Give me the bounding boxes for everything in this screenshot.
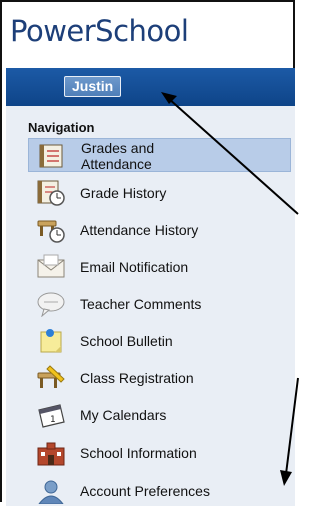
arrow-head-user-tab: [161, 92, 177, 104]
annotation-arrows: [161, 92, 299, 486]
arrow-to-account-preferences: [285, 377, 299, 475]
arrow-head-account-preferences: [280, 470, 292, 486]
arrow-to-user-tab: [167, 97, 299, 215]
